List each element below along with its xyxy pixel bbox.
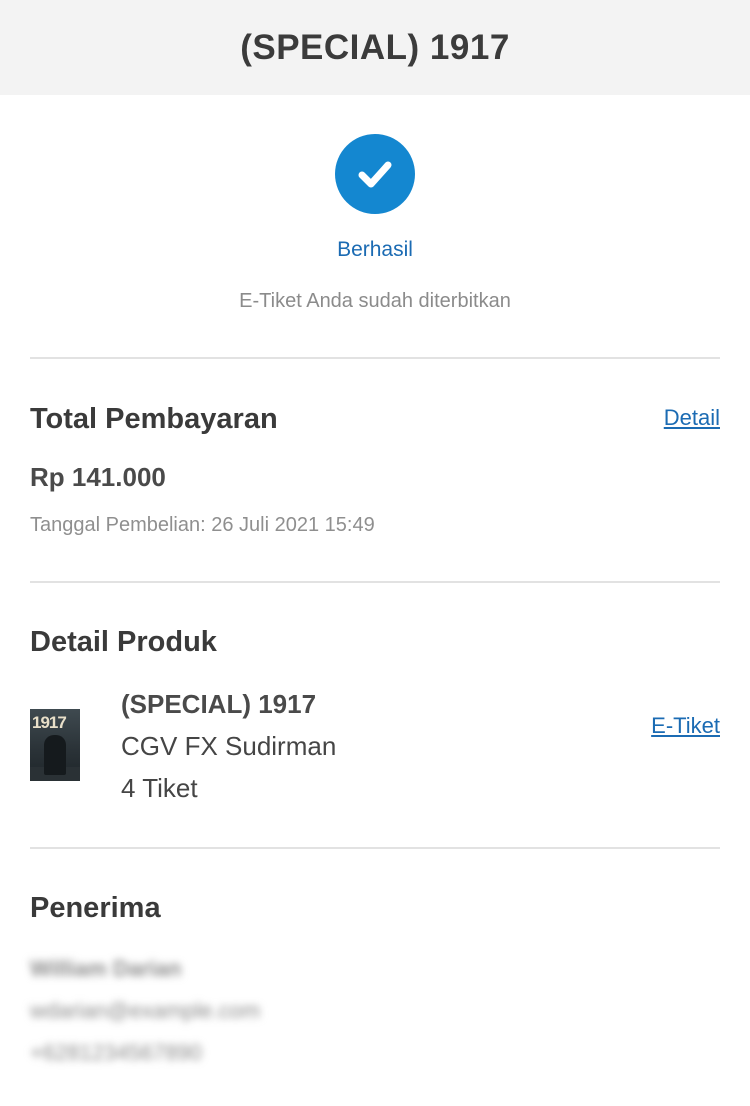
recipient-info: William Darian wdarian@example.com +6281… <box>30 948 260 1074</box>
status-label: Berhasil <box>337 238 413 261</box>
poster-title: 1917 <box>32 713 67 732</box>
page-title: (SPECIAL) 1917 <box>240 27 510 67</box>
product-section-title: Detail Produk <box>30 626 217 658</box>
cinema-name: CGV FX Sudirman <box>121 731 337 761</box>
checkmark-icon <box>358 161 392 188</box>
product-info: (SPECIAL) 1917 CGV FX Sudirman 4 Tiket <box>121 683 336 809</box>
purchase-date: Tanggal Pembelian: 26 Juli 2021 15:49 <box>30 514 375 536</box>
check-circle-icon <box>335 134 415 214</box>
payment-section-title: Total Pembayaran <box>30 403 278 435</box>
recipient-section-title: Penerima <box>30 892 161 924</box>
product-section: Detail Produk 1917 (SPECIAL) 1917 CGV FX… <box>0 583 750 847</box>
status-message: E-Tiket Anda sudah diterbitkan <box>239 290 511 312</box>
soldier-figure <box>44 735 66 775</box>
payment-section: Total Pembayaran Detail Rp 141.000 Tangg… <box>0 359 750 581</box>
success-status: Berhasil E-Tiket Anda sudah diterbitkan <box>0 95 750 314</box>
ticket-quantity: 4 Tiket <box>121 773 198 803</box>
top-bar: (SPECIAL) 1917 <box>0 0 750 95</box>
detail-link[interactable]: Detail <box>664 405 720 431</box>
product-title: (SPECIAL) 1917 <box>121 689 317 719</box>
recipient-email: wdarian@example.com <box>30 998 261 1023</box>
recipient-name: William Darian <box>30 956 182 981</box>
recipient-section: Penerima William Darian wdarian@example.… <box>0 849 750 1099</box>
total-amount: Rp 141.000 <box>30 462 166 492</box>
movie-poster: 1917 <box>30 709 80 781</box>
recipient-phone: +6281234567890 <box>30 1040 202 1065</box>
eticket-link[interactable]: E-Tiket <box>651 713 720 739</box>
product-item[interactable]: 1917 (SPECIAL) 1917 CGV FX Sudirman 4 Ti… <box>30 683 720 813</box>
